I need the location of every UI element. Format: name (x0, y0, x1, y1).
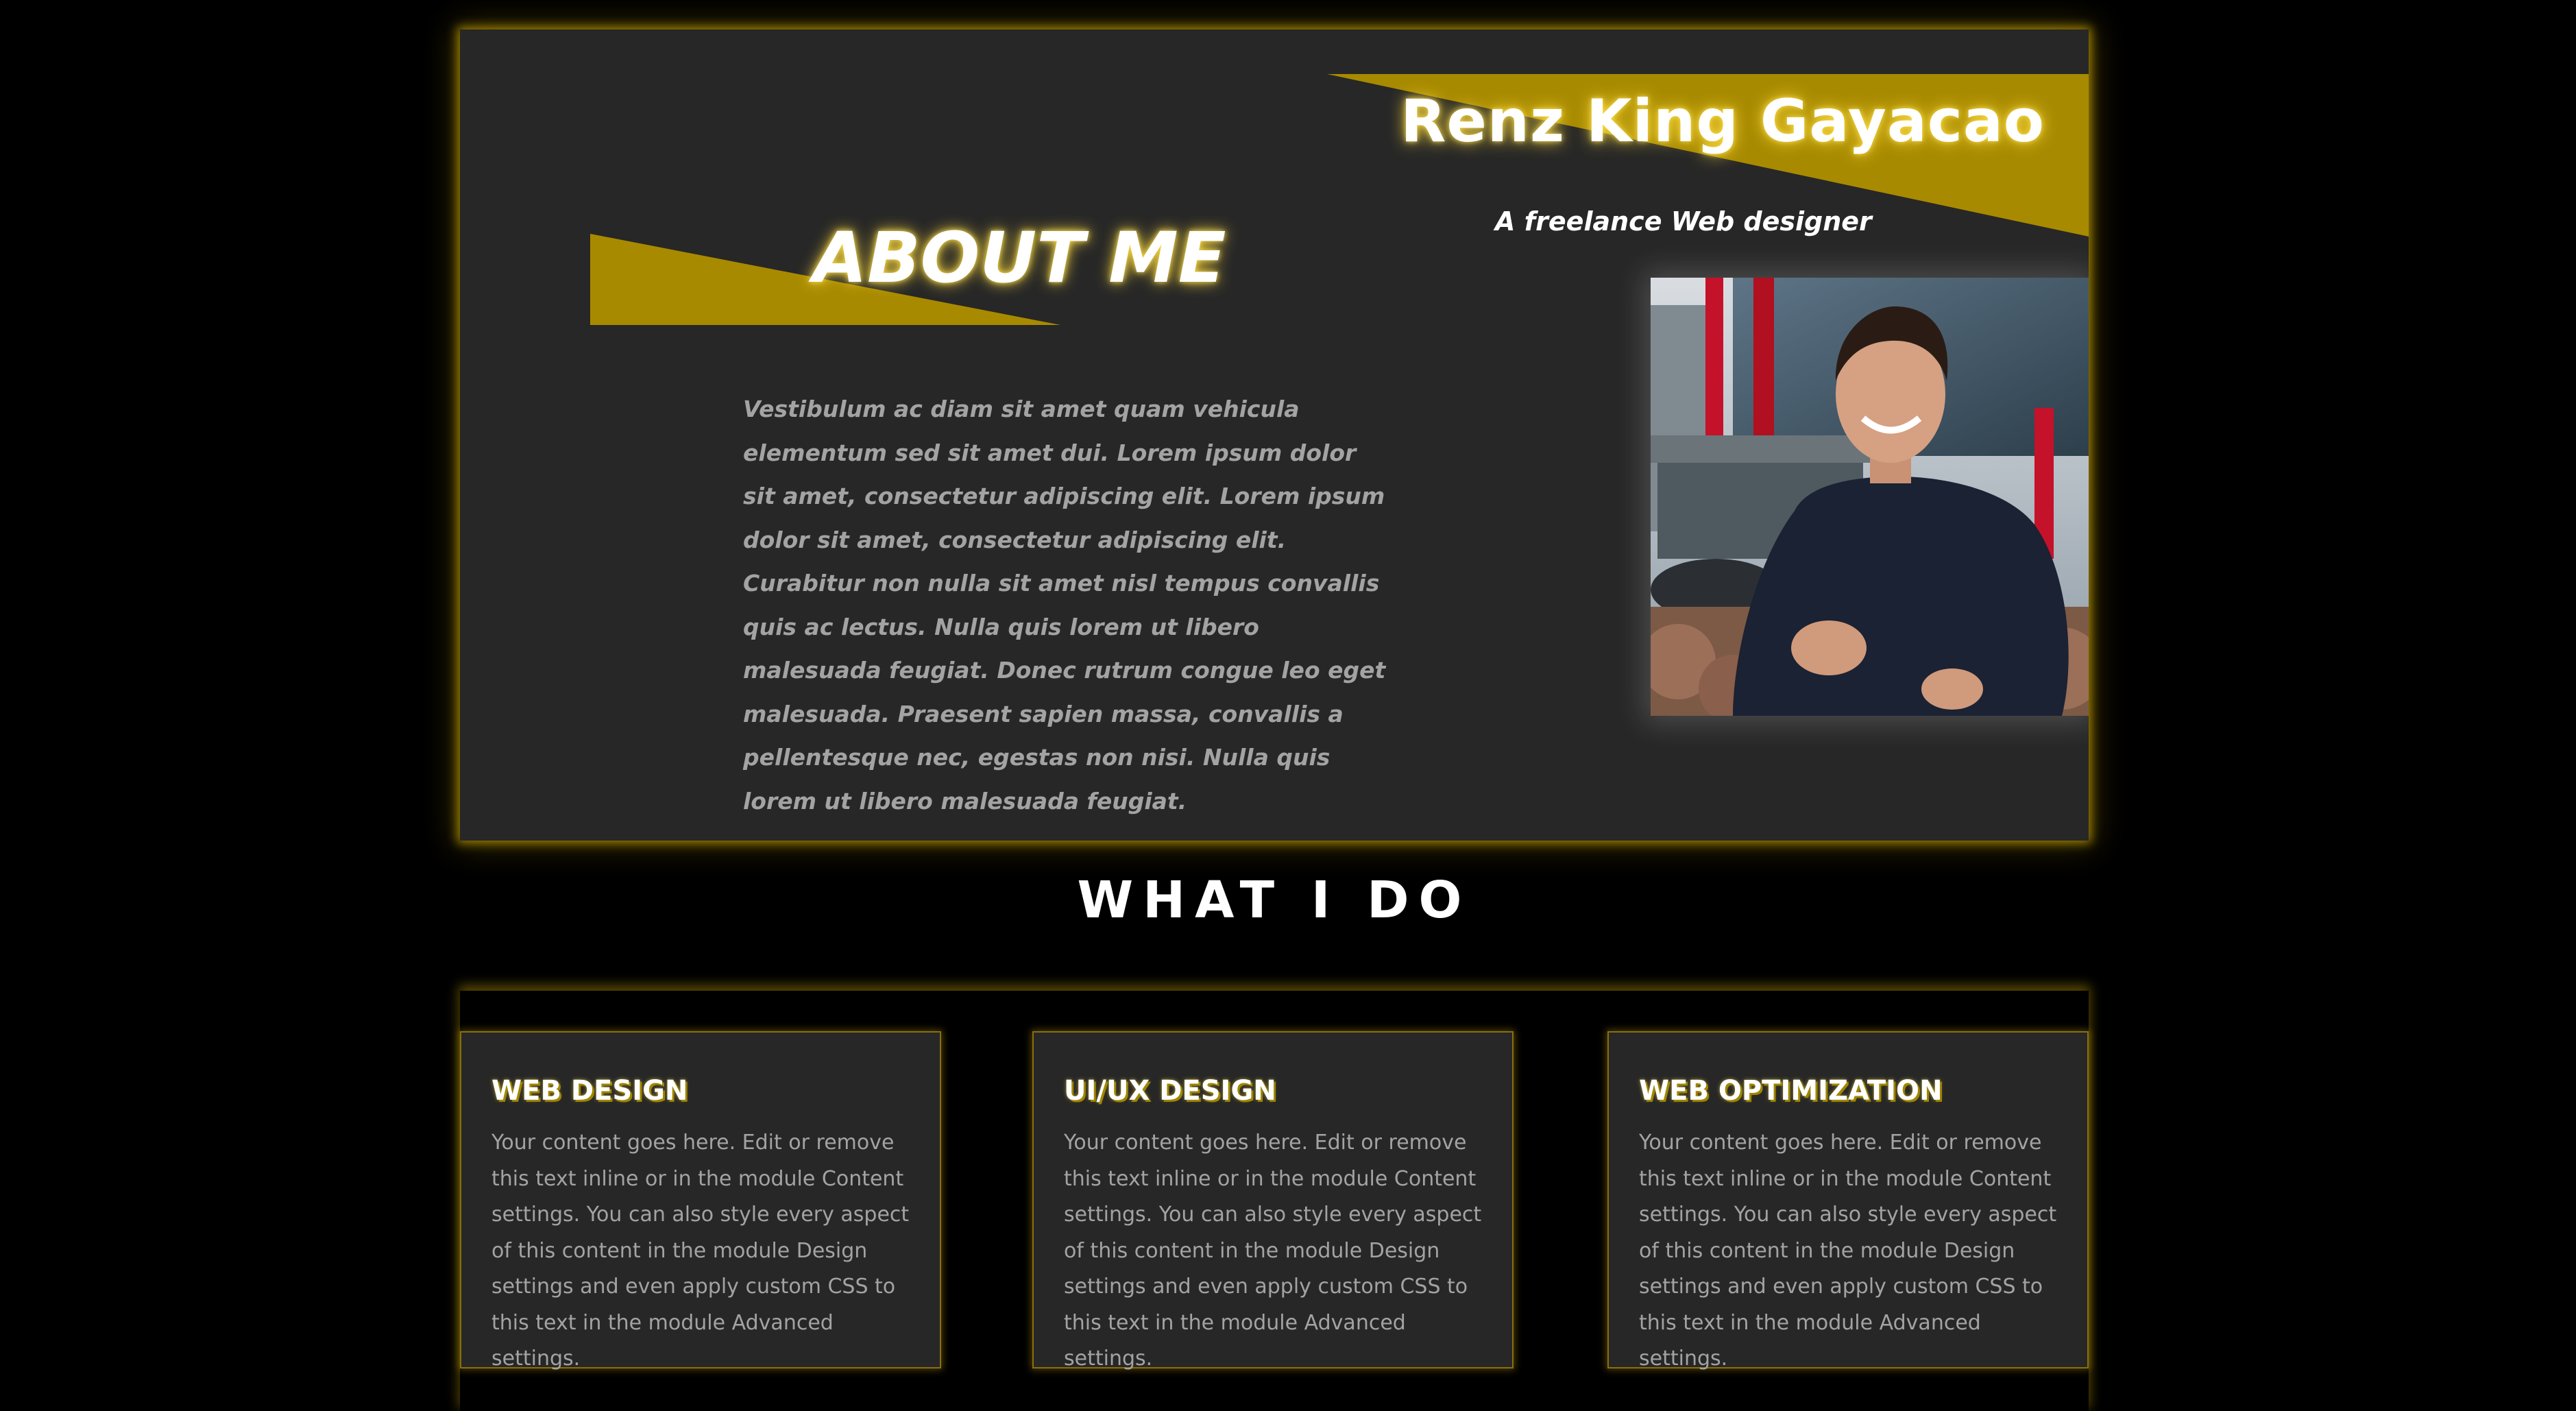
services-heading: WHAT I DO (1077, 871, 1472, 930)
about-body-text: Vestibulum ac diam sit amet quam vehicul… (743, 396, 1386, 815)
service-card-ui-ux-design: UI/UX DESIGN Your content goes here. Edi… (1032, 1031, 1514, 1371)
about-heading: ABOUT ME (813, 217, 1226, 299)
service-card-title: WEB DESIGN (491, 1075, 688, 1107)
service-card-web-optimization: WEB OPTIMIZATION Your content goes here.… (1607, 1031, 2089, 1371)
service-card-title: UI/UX DESIGN (1064, 1075, 1276, 1107)
portrait-illustration (1651, 278, 2089, 716)
service-card-web-design: WEB DESIGN Your content goes here. Edit … (460, 1031, 941, 1371)
service-card-text: Your content goes here. Edit or remove t… (1064, 1131, 1482, 1371)
portrait-photo (1651, 278, 2089, 716)
service-card-text: Your content goes here. Edit or remove t… (1639, 1131, 2057, 1371)
profile-tagline: A freelance Web designer (1495, 206, 1872, 237)
service-card-text: Your content goes here. Edit or remove t… (491, 1131, 910, 1371)
profile-name: Renz King Gayacao (1400, 87, 2045, 156)
about-section: Renz King Gayacao A freelance Web design… (460, 29, 2089, 841)
services-section: WEB DESIGN Your content goes here. Edit … (460, 991, 2089, 1411)
service-card-title: WEB OPTIMIZATION (1639, 1075, 1943, 1107)
